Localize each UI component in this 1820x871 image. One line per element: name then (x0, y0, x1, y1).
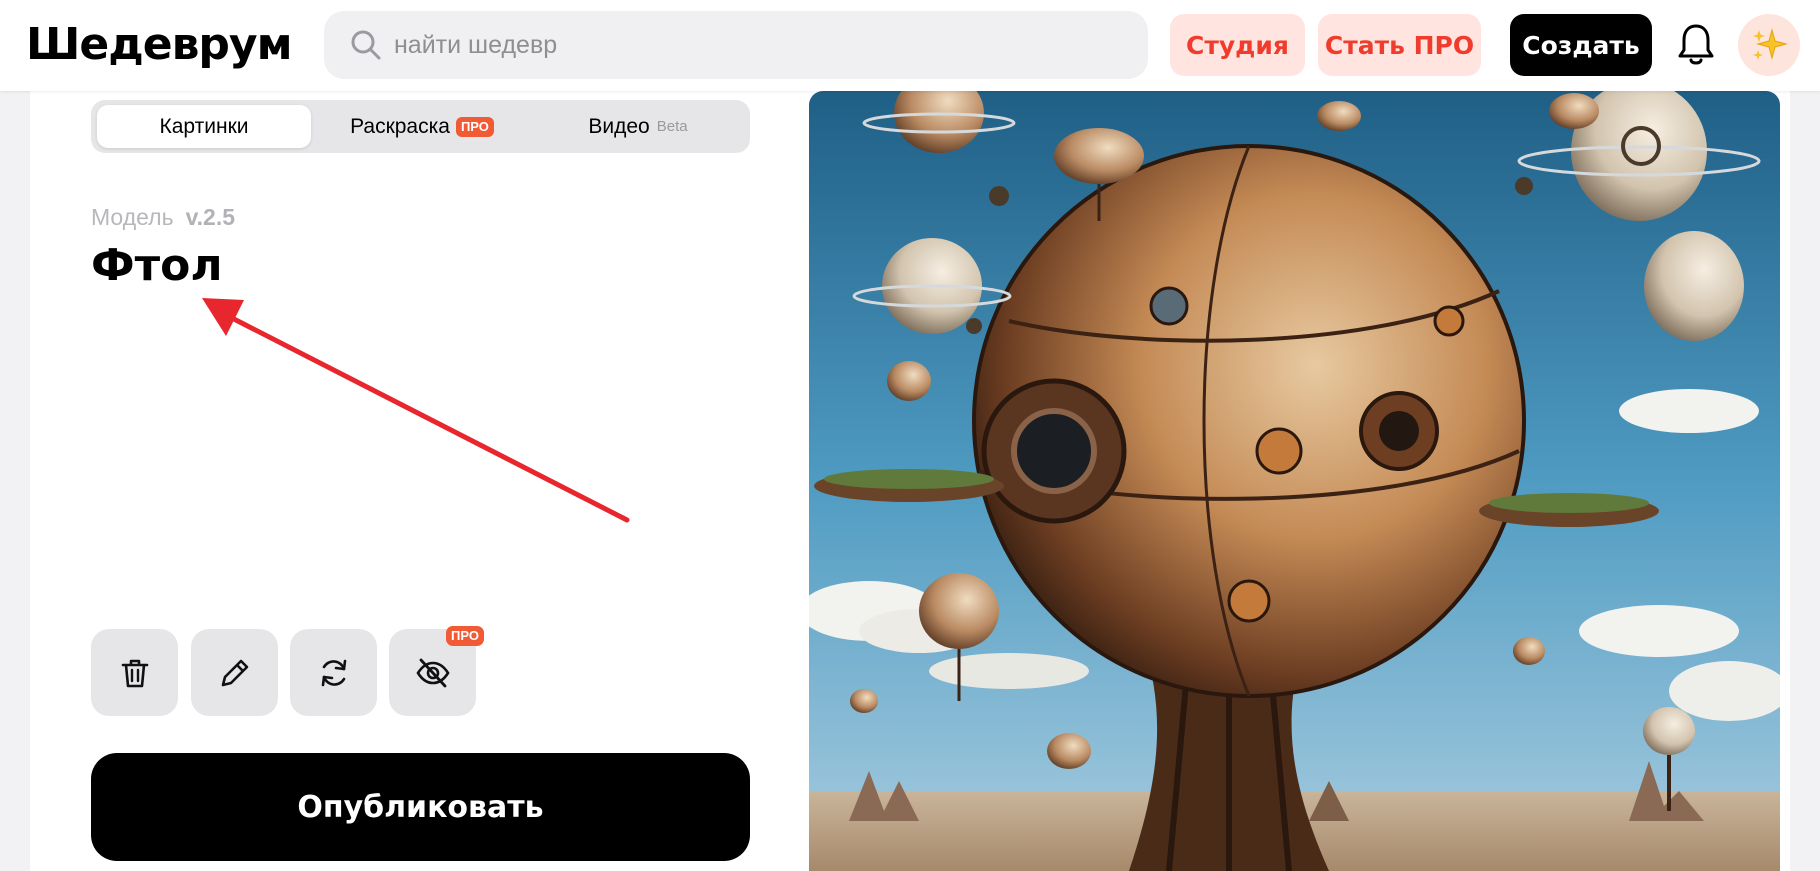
studio-button[interactable]: Студия (1170, 14, 1305, 76)
model-version-row: Модель v.2.5 (91, 204, 235, 231)
eye-off-icon (415, 658, 450, 687)
tab-label: Видео (588, 114, 650, 138)
publish-button[interactable]: Опубликовать (91, 753, 750, 861)
create-button[interactable]: Создать (1510, 14, 1652, 76)
artwork-image (809, 91, 1780, 871)
tab-label: Раскраска (350, 114, 450, 138)
regenerate-button[interactable] (290, 629, 377, 716)
tab-video[interactable]: Видео Beta (531, 105, 745, 148)
top-header: Шедеврум Студия Стать ПРО Создать (0, 0, 1820, 91)
pencil-icon (221, 659, 248, 686)
model-name: Фтол (91, 240, 223, 291)
avatar[interactable] (1738, 14, 1800, 76)
model-version: v.2.5 (185, 204, 236, 230)
hide-pro-badge: ПРО (446, 626, 484, 646)
model-label: Модель (91, 204, 174, 230)
generated-artwork[interactable] (809, 91, 1780, 871)
tab-coloring[interactable]: Раскраска ПРО (317, 105, 527, 148)
search-icon (351, 30, 381, 60)
tab-label: Картинки (159, 114, 249, 138)
content-type-tabs: Картинки Раскраска ПРО Видео Beta (91, 100, 750, 153)
search-input[interactable] (394, 11, 1114, 79)
trash-icon (121, 659, 148, 687)
tab-pictures[interactable]: Картинки (97, 105, 311, 148)
logo[interactable]: Шедеврум (26, 20, 293, 70)
pro-badge: ПРО (455, 116, 494, 137)
search-box[interactable] (324, 11, 1148, 79)
bell-icon[interactable] (1676, 22, 1716, 68)
sparkles-icon (1753, 28, 1788, 60)
edit-button[interactable] (191, 629, 278, 716)
become-pro-button[interactable]: Стать ПРО (1318, 14, 1481, 76)
delete-button[interactable] (91, 629, 178, 716)
beta-badge: Beta (656, 118, 688, 135)
refresh-icon (321, 659, 346, 686)
